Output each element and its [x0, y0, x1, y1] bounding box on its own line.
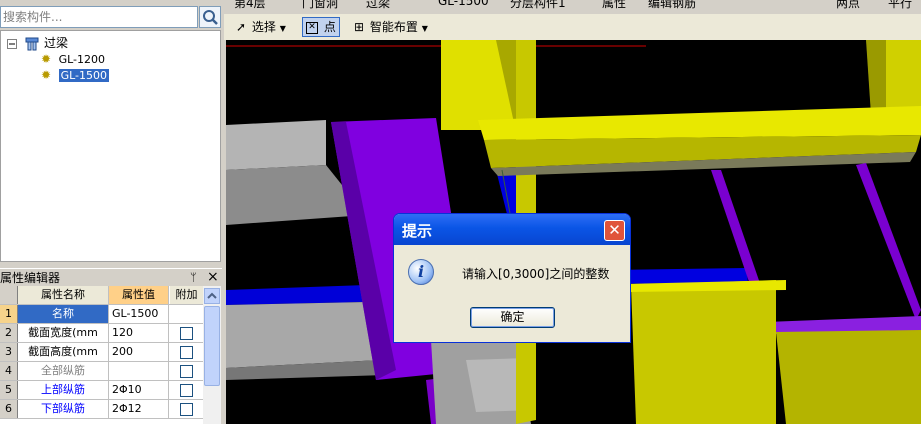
- dialog-title: 提示: [402, 222, 433, 240]
- ok-button[interactable]: 确定: [470, 307, 555, 328]
- properties-button[interactable]: 属性: [602, 0, 626, 11]
- property-editor-title: 属性编辑器: [0, 271, 61, 285]
- checkbox[interactable]: [180, 327, 193, 340]
- checkbox[interactable]: [180, 365, 193, 378]
- dropdown-arrow-icon: ▼: [279, 24, 286, 33]
- smart-layout-button[interactable]: ⊞ 智能布置 ▼: [354, 18, 428, 36]
- layer-select[interactable]: 分层构件1: [510, 0, 566, 11]
- checkbox[interactable]: [180, 403, 193, 416]
- tree-item[interactable]: ✹ GL-1200: [41, 51, 105, 67]
- gear-icon: ✹: [41, 68, 52, 82]
- component-tree: 过梁 ✹ GL-1200 ✹ GL-1500: [0, 30, 221, 262]
- table-row[interactable]: 3 截面高度(mm 200: [0, 343, 203, 362]
- cursor-icon: ➚: [236, 20, 247, 34]
- floor-select[interactable]: 第4层: [234, 0, 266, 11]
- grid-icon: ⊞: [354, 20, 365, 34]
- close-icon[interactable]: ×: [207, 268, 219, 286]
- name-select[interactable]: GL-1500: [438, 0, 489, 8]
- tree-item-label: GL-1200: [58, 53, 105, 66]
- checkbox[interactable]: [180, 346, 193, 359]
- component-type-select[interactable]: 门窗洞: [302, 0, 338, 11]
- checkbox[interactable]: [180, 384, 193, 397]
- scroll-up-button[interactable]: [204, 288, 220, 304]
- tree-root[interactable]: 过梁: [7, 35, 68, 51]
- dialog-title-bar[interactable]: 提示 ✕: [394, 214, 630, 245]
- toolbar-row-1: 第4层 门窗洞 过梁 GL-1500 分层构件1 属性 编辑钢筋 两点 平行: [224, 0, 921, 15]
- table-row[interactable]: 5 上部纵筋 2Φ10: [0, 381, 203, 400]
- table-row[interactable]: 4 全部纵筋: [0, 362, 203, 381]
- left-panel: 搜索构件... 过梁 ✹ GL-1200 ✹ GL-1500 属性编辑器 ᛘ ×: [0, 0, 224, 424]
- dropdown-arrow-icon: ▼: [421, 24, 428, 33]
- table-row[interactable]: 6 下部纵筋 2Φ12: [0, 400, 203, 419]
- two-point-button[interactable]: 两点: [836, 0, 860, 11]
- col-value: 属性值: [109, 286, 169, 304]
- component-select[interactable]: 过梁: [366, 0, 390, 11]
- point-icon: ✕: [306, 21, 318, 34]
- search-button[interactable]: [199, 6, 221, 28]
- table-row[interactable]: 1 名称 GL-1500: [0, 305, 203, 324]
- dialog-close-button[interactable]: ✕: [604, 220, 625, 241]
- lintel-folder-icon: [25, 37, 38, 51]
- edit-rebar-button[interactable]: 编辑钢筋: [648, 0, 696, 11]
- parallel-button[interactable]: 平行: [888, 0, 912, 11]
- dialog-message: 请输入[0,3000]之间的整数: [462, 267, 610, 281]
- tree-item-selected[interactable]: ✹ GL-1500: [41, 67, 109, 83]
- gear-icon: ✹: [41, 52, 52, 66]
- col-name: 属性名称: [18, 286, 109, 304]
- point-button[interactable]: ✕ 点: [302, 17, 340, 37]
- search-icon: [203, 10, 218, 25]
- scroll-thumb[interactable]: [204, 306, 220, 386]
- collapse-icon[interactable]: [7, 39, 17, 49]
- tree-root-label: 过梁: [44, 36, 69, 50]
- info-icon: i: [408, 259, 434, 285]
- vertical-scrollbar[interactable]: [203, 286, 221, 424]
- toolbar-row-2: ➚ 选择 ▼ ✕ 点 ⊞ 智能布置 ▼: [224, 14, 921, 40]
- property-table-header: 属性名称 属性值 附加: [0, 286, 203, 305]
- table-row[interactable]: 2 截面宽度(mm 120: [0, 324, 203, 343]
- property-table: 属性名称 属性值 附加 1 名称 GL-1500 2 截面宽度(mm 120 3…: [0, 286, 203, 424]
- col-extra: 附加: [170, 286, 203, 304]
- select-button[interactable]: ➚ 选择 ▼: [236, 18, 286, 36]
- tree-item-label: GL-1500: [58, 69, 109, 82]
- prompt-dialog: 提示 ✕ i 请输入[0,3000]之间的整数 确定: [393, 213, 631, 343]
- chevron-up-icon: [207, 292, 217, 299]
- pin-icon[interactable]: ᛘ: [190, 269, 197, 287]
- property-editor-header: 属性编辑器 ᛘ ×: [0, 268, 222, 287]
- search-input[interactable]: 搜索构件...: [0, 6, 198, 28]
